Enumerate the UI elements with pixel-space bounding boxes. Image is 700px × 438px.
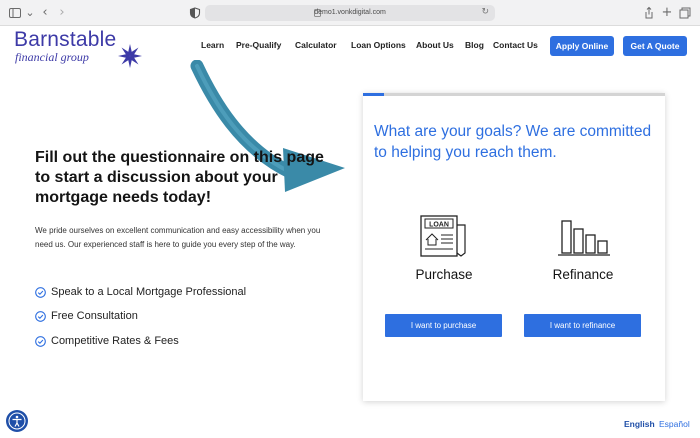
nav-calculator[interactable]: Calculator <box>295 40 337 54</box>
hero-headline: Fill out the questionnaire on this page … <box>35 149 324 206</box>
sidebar-icon[interactable] <box>8 6 22 20</box>
reload-icon[interactable]: ↻ <box>481 7 489 17</box>
url-text: demo1.vonkdigital.com <box>314 9 386 16</box>
purchase-button[interactable]: I want to purchase <box>385 314 502 337</box>
language-english[interactable]: English <box>624 419 655 429</box>
refinance-button[interactable]: I want to refinance <box>524 314 641 337</box>
loan-document-icon[interactable]: LOAN <box>415 213 471 259</box>
purchase-label: Purchase <box>415 267 473 282</box>
shield-icon <box>188 6 202 20</box>
questionnaire-heading: What are your goals? We are committed to… <box>374 123 652 161</box>
nav-about-us[interactable]: About Us <box>416 40 454 54</box>
logo-star-icon <box>118 44 142 68</box>
bar-chart-icon[interactable] <box>556 215 612 261</box>
logo-name: Barnstable <box>14 28 117 51</box>
back-icon[interactable]: ‹ <box>38 6 52 20</box>
accessibility-button[interactable] <box>6 410 28 432</box>
check-circle-icon <box>35 287 46 298</box>
chevron-down-icon[interactable]: ⌄ <box>23 6 37 20</box>
feature-label: Speak to a Local Mortgage Professional <box>51 286 247 298</box>
feature-label: Free Consultation <box>51 310 138 322</box>
language-spanish[interactable]: Español <box>659 419 690 429</box>
forward-icon[interactable]: › <box>55 6 69 20</box>
address-bar[interactable]: demo1.vonkdigital.com ↻ <box>205 5 495 21</box>
accessibility-icon <box>8 412 26 430</box>
nav-loan-options[interactable]: Loan Options <box>351 40 406 54</box>
share-icon[interactable] <box>642 6 656 20</box>
refinance-label: Refinance <box>552 267 614 282</box>
tabs-icon[interactable] <box>678 6 692 20</box>
new-tab-icon[interactable]: + <box>660 6 674 20</box>
progress-bar <box>363 93 665 96</box>
feature-label: Competitive Rates & Fees <box>51 335 179 347</box>
check-circle-icon <box>35 336 46 347</box>
logo-tagline: financial group <box>15 50 89 64</box>
progress-fill <box>363 93 385 96</box>
nav-contact-us[interactable]: Contact Us <box>493 40 538 54</box>
nav-pre-qualify[interactable]: Pre-Qualify <box>236 40 281 54</box>
nav-learn[interactable]: Learn <box>201 40 224 54</box>
loan-icon-text: LOAN <box>429 222 449 229</box>
check-circle-icon <box>35 311 46 322</box>
get-a-quote-button[interactable]: Get A Quote <box>623 36 687 56</box>
logo[interactable]: Barnstable financial group <box>14 28 144 68</box>
nav-blog[interactable]: Blog <box>465 40 484 54</box>
hero-intro: We pride ourselves on excellent communic… <box>35 226 321 249</box>
questionnaire-card: What are your goals? We are committed to… <box>363 93 665 401</box>
apply-online-button[interactable]: Apply Online <box>550 36 614 56</box>
browser-toolbar: ⌄ ‹ › demo1.vonkdigital.com ↻ + <box>0 0 700 26</box>
